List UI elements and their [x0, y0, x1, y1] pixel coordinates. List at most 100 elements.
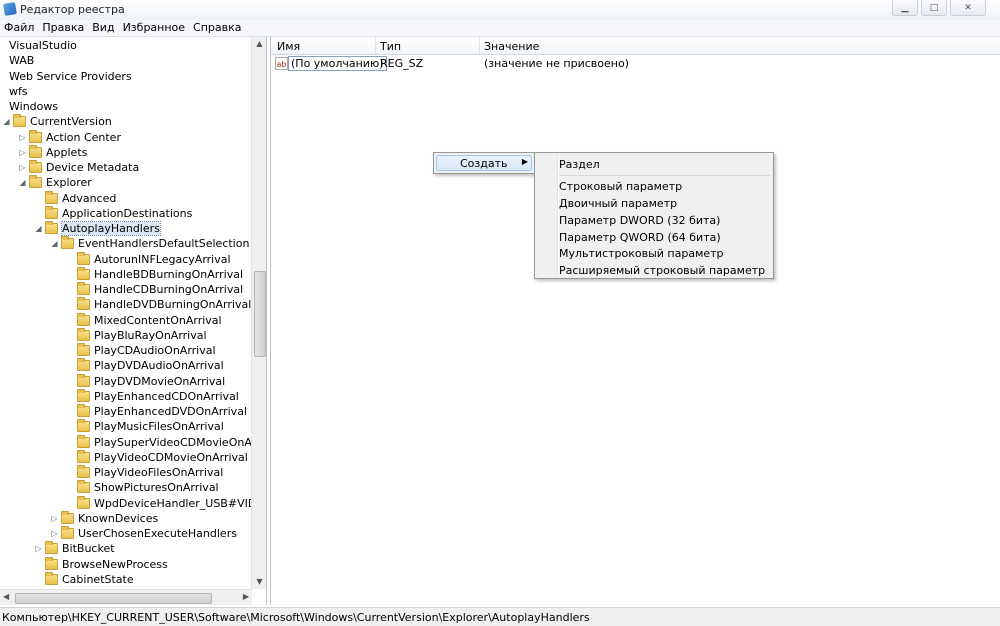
submenu-item-qword-value[interactable]: Параметр QWORD (64 бита) [559, 231, 721, 244]
tree-item[interactable]: ▷ BitBucket [34, 541, 115, 556]
tree-item[interactable]: PlayEnhancedCDOnArrival [66, 388, 239, 404]
menu-bar: Файл Правка Вид Избранное Справка [0, 20, 1000, 37]
column-separator[interactable] [375, 37, 376, 54]
submenu-item-string-value[interactable]: Строковый параметр [559, 180, 682, 193]
tree-item-label: MixedContentOnArrival [94, 313, 222, 327]
tree-item[interactable]: PlayMusicFilesOnArrival [66, 419, 224, 434]
collapsed-arrow-icon[interactable]: ▷ [18, 163, 27, 172]
tree-item[interactable]: HandleCDBurningOnArrival [66, 282, 243, 297]
tree-item[interactable]: ▷ UserChosenExecuteHandlers [50, 526, 237, 541]
folder-icon [29, 144, 42, 158]
tree-item-label: WpdDeviceHandler_USB#VID_0421 [94, 496, 266, 510]
regedit-app-icon [3, 2, 17, 16]
tree-item[interactable]: PlaySuperVideoCDMovieOnArrival [66, 434, 266, 450]
expanded-arrow-icon[interactable]: ◢ [18, 178, 27, 187]
column-value-header[interactable]: Значение [484, 40, 539, 53]
tree-item[interactable]: Windows [0, 99, 58, 114]
tree-scroll-thumb[interactable] [254, 271, 266, 357]
tree-item[interactable]: PlayDVDMovieOnArrival [66, 373, 225, 389]
tree-item-label: Windows [9, 100, 59, 113]
scroll-left-icon[interactable]: ◀ [3, 592, 9, 601]
tree-item[interactable]: Advanced [34, 190, 116, 206]
folder-icon [77, 282, 90, 295]
tree-item[interactable]: WpdDeviceHandler_USB#VID_0421 [66, 495, 266, 511]
expanded-arrow-icon[interactable]: ◢ [2, 117, 11, 126]
menu-view[interactable]: Вид [88, 20, 118, 36]
menu-help[interactable]: Справка [189, 20, 245, 36]
create-submenu: Раздел Строковый параметр Двоичный парам… [534, 152, 774, 279]
tree-item[interactable]: Web Service Providers [0, 69, 132, 84]
submenu-item-multistring-value[interactable]: Мультистроковый параметр [559, 247, 724, 260]
collapsed-arrow-icon[interactable]: ▷ [18, 148, 27, 157]
submenu-item-key[interactable]: Раздел [559, 158, 600, 171]
tree-item[interactable]: PlayDVDAudioOnArrival [66, 358, 224, 373]
tree-item[interactable]: ▷ Device Metadata [18, 160, 139, 175]
tree-item-label: AutorunINFLegacyArrival [94, 252, 231, 266]
menu-edit[interactable]: Правка [38, 20, 88, 36]
collapsed-arrow-icon[interactable]: ▷ [34, 544, 43, 553]
menu-file[interactable]: Файл [0, 20, 38, 36]
tree-item[interactable]: PlayVideoFilesOnArrival [66, 465, 223, 480]
tree-item-label: WAB [9, 54, 35, 68]
maximize-button[interactable]: □ [921, 0, 947, 16]
tree-item[interactable]: HandleBDBurningOnArrival [66, 266, 243, 282]
list-item[interactable]: ab (По умолчанию) REG_SZ (значение не пр… [271, 55, 1000, 72]
tree-item[interactable]: wfs [0, 84, 28, 99]
folder-icon [45, 571, 58, 585]
column-separator[interactable] [479, 37, 480, 54]
tree-item[interactable]: PlayVideoCDMovieOnArrival [66, 449, 248, 465]
registry-path: Компьютер\HKEY_CURRENT_USER\Software\Mic… [2, 611, 590, 624]
tree-item[interactable]: BrowseNewProcess [34, 556, 168, 572]
tree-item[interactable]: PlayEnhancedDVDOnArrival [66, 404, 247, 419]
tree-item[interactable]: ◢ EventHandlersDefaultSelection [50, 236, 249, 251]
tree-item[interactable]: ▷ Applets [18, 144, 88, 160]
tree-item-label: BrowseNewProcess [62, 557, 168, 571]
tree-item[interactable]: VisualStudio [0, 38, 77, 53]
collapsed-arrow-icon[interactable]: ▷ [50, 529, 59, 538]
tree-item[interactable]: PlayCDAudioOnArrival [66, 343, 216, 358]
tree-item[interactable]: ◢ Explorer [18, 175, 92, 190]
submenu-item-binary-value[interactable]: Двоичный параметр [559, 197, 677, 210]
tree-item[interactable]: ShowPicturesOnArrival [66, 480, 219, 495]
tree-item-label: PlayMusicFilesOnArrival [94, 420, 224, 434]
expanded-arrow-icon[interactable]: ◢ [50, 239, 59, 248]
folder-icon [77, 434, 90, 448]
tree-item[interactable]: ▷ KnownDevices [50, 510, 158, 526]
tree-item[interactable]: CabinetState [34, 571, 134, 587]
column-name-header[interactable]: Имя [277, 40, 300, 53]
tree-item[interactable]: WAB [0, 53, 34, 68]
tree-item[interactable]: PlayBluRayOnArrival [66, 327, 207, 343]
registry-tree[interactable]: VisualStudio WAB Web Service Providers wfs W… [0, 37, 267, 605]
menu-favorites[interactable]: Избранное [119, 20, 189, 36]
tree-item-label: CabinetState [62, 572, 134, 586]
scroll-up-icon[interactable]: ▲ [252, 37, 266, 51]
folder-icon [45, 190, 58, 204]
tree-item[interactable]: MixedContentOnArrival [66, 312, 222, 328]
folder-icon [29, 175, 42, 189]
folder-icon [45, 221, 58, 234]
expanded-arrow-icon[interactable]: ◢ [34, 224, 43, 233]
tree-item[interactable]: ◢ AutoplayHandlers [34, 221, 161, 236]
minimize-button[interactable]: ▁ [892, 0, 918, 16]
tree-hscroll-thumb[interactable] [15, 593, 212, 604]
submenu-item-dword-value[interactable]: Параметр DWORD (32 бита) [559, 214, 720, 227]
column-type-header[interactable]: Тип [380, 40, 401, 53]
tree-item-label: Applets [46, 145, 88, 159]
tree-item[interactable]: ◢ CurrentVersion [2, 114, 112, 129]
scroll-down-icon[interactable]: ▼ [252, 575, 266, 589]
submenu-item-expandable-string-value[interactable]: Расширяемый строковый параметр [559, 264, 765, 277]
close-button[interactable]: ✕ [950, 0, 986, 16]
tree-item[interactable]: ApplicationDestinations [34, 205, 192, 221]
values-list[interactable]: Имя Тип Значение ab (По умолчанию) REG_S… [270, 37, 1000, 605]
tree-item[interactable]: HandleDVDBurningOnArrival [66, 297, 251, 312]
tree-item[interactable]: ▷ Action Center [18, 129, 121, 145]
tree-item[interactable]: AutorunINFLegacyArrival [66, 251, 231, 267]
folder-icon [61, 236, 74, 250]
scroll-right-icon[interactable]: ▶ [243, 592, 249, 601]
collapsed-arrow-icon[interactable]: ▷ [50, 514, 59, 523]
collapsed-arrow-icon[interactable]: ▷ [18, 133, 27, 142]
tree-item-label: VisualStudio [9, 39, 77, 52]
tree-item-label: PlayEnhancedCDOnArrival [94, 389, 239, 403]
tree-horizontal-scrollbar[interactable]: ◀ ▶ [0, 589, 252, 605]
tree-vertical-scrollbar[interactable]: ▲ ▼ [251, 37, 266, 589]
